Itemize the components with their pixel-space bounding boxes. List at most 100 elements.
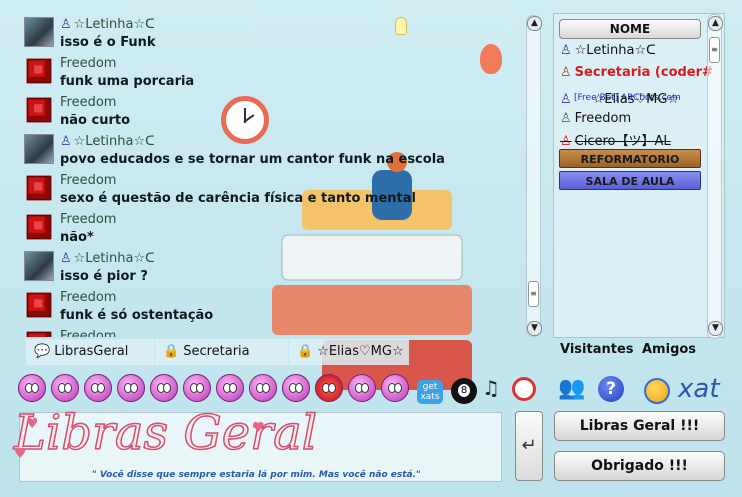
tab-secretaria[interactable]: 🔒 Secretaria [155, 339, 288, 365]
red-cube-avatar[interactable] [26, 214, 52, 240]
shocked-smiley-icon[interactable] [51, 374, 79, 402]
tab-visitantes[interactable]: Visitantes [560, 342, 634, 357]
tongue-smiley-icon[interactable] [150, 374, 178, 402]
user-avatar[interactable] [24, 134, 54, 164]
message-username[interactable]: Freedom [60, 212, 116, 227]
tab-elias[interactable]: 🔒 ☆Elias♡MG☆ [289, 339, 409, 365]
visitor-freedom[interactable]: ♙ Freedom [560, 111, 631, 126]
wink-smiley-icon[interactable] [216, 374, 244, 402]
help-icon[interactable]: ? [598, 376, 624, 402]
tab-librasgeral[interactable]: 💬 LibrasGeral [26, 339, 154, 365]
message-username[interactable]: Freedom [60, 56, 116, 71]
tab-label: Secretaria [183, 344, 250, 359]
mad-smiley-icon[interactable] [348, 374, 376, 402]
tab-label: ☆Elias♡MG☆ [317, 344, 404, 359]
message-text: não* [60, 230, 94, 245]
red-cube-avatar[interactable] [26, 331, 52, 337]
user-icon: ♙ [60, 251, 72, 266]
message-username[interactable]: Freedom [60, 290, 116, 305]
red-cube-avatar[interactable] [26, 175, 52, 201]
message-username[interactable]: ♙ ☆Letinha☆ᑕ [60, 134, 155, 149]
chat-message: ♙ ☆Letinha☆ᑕ isso é o Funk [20, 17, 520, 56]
speech-bubble-icon: 💬 [34, 344, 51, 359]
message-text: funk uma porcaria [60, 74, 195, 89]
sad-smiley-icon[interactable] [183, 374, 211, 402]
heart-icon: ♥ [26, 416, 39, 432]
cry-smiley-icon[interactable] [117, 374, 145, 402]
message-text: povo educados e se tornar um cantor funk… [60, 152, 445, 167]
message-username[interactable]: Freedom [60, 329, 116, 337]
chat-message: Freedom sexo é questão de carência física… [20, 173, 520, 212]
xat-logo[interactable]: xat [640, 374, 730, 406]
message-text: sexo é questão de carência física e tant… [60, 191, 416, 206]
red-cube-avatar[interactable] [26, 58, 52, 84]
obrigado-button[interactable]: Obrigado !!! [554, 451, 725, 481]
user-icon: ♙ [560, 111, 572, 126]
visitor-cicero[interactable]: ♙ Cicero【ツ】AL [560, 130, 671, 149]
message-username[interactable]: Freedom [60, 95, 116, 110]
xat-globe-icon [644, 378, 670, 404]
chat-message: ♙ ☆Letinha☆ᑕ isso é pior ? [20, 251, 520, 290]
chat-message: Freedom funk uma porcaria [20, 56, 520, 95]
scroll-down-button[interactable]: ▼ [527, 321, 542, 336]
eight-ball-label: 8 [458, 384, 470, 397]
user-icon: ♙ [60, 134, 72, 149]
visitors-panel: NOME ♙ ☆Letinha☆ᑕ ♙ Secretaria (coder# [Fr… [553, 13, 725, 339]
room-button-reformatorio[interactable]: REFORMATORIO [559, 149, 701, 168]
lock-icon: 🔒 [297, 344, 314, 359]
youtube-icon: ♙ [560, 92, 572, 107]
scroll-down-button[interactable]: ▼ [708, 321, 723, 336]
message-username[interactable]: Freedom [60, 173, 116, 188]
tab-amigos[interactable]: Amigos [642, 342, 696, 357]
user-icon: ♙ [560, 43, 572, 58]
message-username[interactable]: ♙ ☆Letinha☆ᑕ [60, 17, 155, 32]
laugh-smiley-icon[interactable] [249, 374, 277, 402]
xat-wordmark: xat [678, 374, 720, 404]
tab-label: LibrasGeral [54, 344, 129, 359]
user-icon: ♙ [60, 17, 72, 32]
kiss-smiley-icon[interactable] [315, 374, 343, 402]
visitor-letinha[interactable]: ♙ ☆Letinha☆ᑕ [560, 43, 656, 58]
scroll-thumb[interactable]: ≡ [709, 37, 720, 63]
chat-message: Freedom [20, 329, 520, 337]
name-column-header[interactable]: NOME [559, 19, 701, 39]
heart-icon: ♥ [14, 446, 27, 462]
red-cube-avatar[interactable] [26, 97, 52, 123]
message-text: isso é pior ? [60, 269, 148, 284]
music-icon[interactable]: ♫ [482, 376, 500, 400]
user-icon: ♙ [560, 134, 572, 149]
chat-message: ♙ ☆Letinha☆ᑕ povo educados e se tornar um … [20, 134, 520, 173]
message-text: não curto [60, 113, 131, 128]
users-icon[interactable]: 👥 [558, 376, 585, 401]
chat-message-list: ♙ ☆Letinha☆ᑕ isso é o Funk Freedom funk uma … [20, 17, 526, 337]
libras-geral-logo: Libras Geral [13, 404, 318, 462]
shy-smiley-icon[interactable] [84, 374, 112, 402]
block-icon[interactable] [512, 377, 536, 401]
visitor-secretaria[interactable]: ♙ Secretaria (coder# [560, 65, 713, 80]
message-text: funk é só ostentação [60, 308, 214, 323]
user-avatar[interactable] [24, 17, 54, 47]
cool-smiley-icon[interactable] [282, 374, 310, 402]
visitors-scrollbar[interactable]: ▲ ≡ ▼ [707, 14, 723, 339]
logo-quote: " Você disse que sempre estaria lá por m… [92, 470, 421, 480]
scroll-thumb[interactable]: ≡ [528, 281, 539, 307]
eight-ball-icon[interactable]: 8 [451, 378, 477, 404]
heart-icon: ♥ [252, 420, 265, 436]
chat-message: Freedom funk é só ostentação [20, 290, 520, 329]
user-avatar[interactable] [24, 251, 54, 281]
chat-scrollbar[interactable]: ▲ ≡ ▼ [526, 15, 542, 337]
send-button[interactable]: ↵ [515, 411, 543, 481]
chat-message: Freedom não curto [20, 95, 520, 134]
red-cube-avatar[interactable] [26, 292, 52, 318]
visitor-elias[interactable]: ♙ ☆Elias♡MG☆ [560, 92, 679, 107]
libras-geral-button[interactable]: Libras Geral !!! [554, 411, 725, 441]
scroll-up-button[interactable]: ▲ [708, 16, 723, 31]
scroll-up-button[interactable]: ▲ [527, 16, 542, 31]
message-text: isso é o Funk [60, 35, 156, 50]
message-username[interactable]: ♙ ☆Letinha☆ᑕ [60, 251, 155, 266]
smiley-icon[interactable] [18, 374, 46, 402]
get-xats-button[interactable]: get xats [417, 380, 443, 404]
room-button-sala-de-aula[interactable]: SALA DE AULA [559, 171, 701, 190]
chat-message: Freedom não* [20, 212, 520, 251]
thinking-smiley-icon[interactable] [381, 374, 409, 402]
